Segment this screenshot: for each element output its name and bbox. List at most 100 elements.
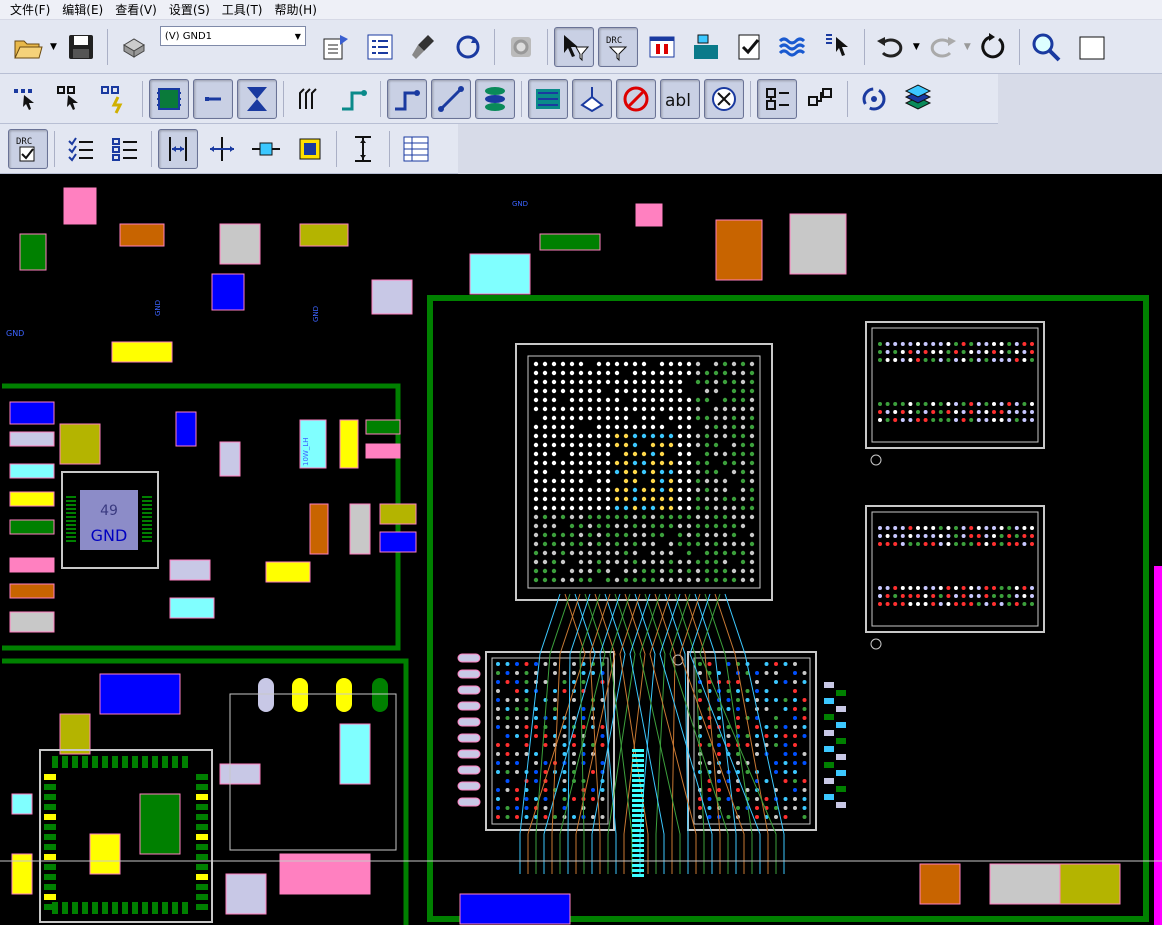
- zoom-window-button[interactable]: [1070, 27, 1110, 67]
- bga-ball: [713, 559, 719, 565]
- undo-dropdown-arrow-icon[interactable]: ▼: [913, 42, 920, 52]
- menu-view[interactable]: 查看(V): [109, 0, 163, 20]
- bga-ball: [534, 761, 538, 765]
- height-check-button[interactable]: [343, 129, 383, 169]
- list-button[interactable]: [105, 129, 145, 169]
- add-text-button[interactable]: abl: [660, 78, 700, 119]
- menu-edit[interactable]: 编辑(E): [56, 0, 109, 20]
- no-route-button[interactable]: [616, 78, 656, 119]
- redo-dropdown-arrow-icon[interactable]: ▼: [964, 42, 971, 52]
- component-pad: [63, 187, 97, 225]
- bga-ball: [650, 523, 656, 529]
- qfn-pin: [196, 844, 208, 850]
- qfn-pin: [66, 532, 76, 534]
- layers-button[interactable]: [898, 79, 938, 119]
- clean-button[interactable]: [404, 27, 444, 67]
- report-button[interactable]: [360, 27, 400, 67]
- properties-button[interactable]: [316, 27, 356, 67]
- undo-button[interactable]: [871, 27, 911, 67]
- settings-disabled-button[interactable]: [501, 27, 541, 67]
- memory-ball: [1014, 402, 1019, 406]
- bga-ball: [677, 451, 683, 457]
- bga-ball: [533, 442, 539, 448]
- bga-ball: [553, 716, 557, 720]
- select-nets-button[interactable]: [96, 79, 136, 119]
- bga-ball: [749, 442, 755, 448]
- pin-mode-button[interactable]: [193, 78, 233, 119]
- diagonal-route-button[interactable]: [431, 78, 471, 119]
- menu-tools[interactable]: 工具(T): [216, 0, 269, 20]
- print-button[interactable]: [114, 27, 154, 67]
- chip-check-button[interactable]: [290, 129, 330, 169]
- qfn-pin: [66, 496, 76, 498]
- memory-ball: [969, 402, 974, 406]
- open-dropdown-arrow-icon[interactable]: ▼: [50, 42, 57, 52]
- bga-ball: [505, 752, 510, 756]
- bga-ball: [783, 662, 788, 666]
- select-pins-button[interactable]: [52, 79, 92, 119]
- bga-ball: [578, 406, 584, 412]
- bga-ball: [731, 388, 737, 394]
- bga-ball: [591, 788, 595, 792]
- select-net-button[interactable]: [818, 27, 858, 67]
- select-components-button[interactable]: [8, 79, 48, 119]
- bga-ball: [596, 487, 602, 493]
- pour-manager-button[interactable]: [572, 78, 612, 119]
- bga-ball: [605, 406, 611, 412]
- select-filter-button[interactable]: [553, 26, 594, 67]
- connectivity-button[interactable]: [246, 129, 286, 169]
- clearance-button[interactable]: [202, 129, 242, 169]
- hourglass-mode-button[interactable]: [237, 78, 277, 119]
- report-table-button[interactable]: [396, 129, 436, 169]
- memory-ball: [900, 594, 905, 598]
- drc-button[interactable]: DRC: [8, 128, 48, 169]
- bga-ball: [569, 487, 575, 493]
- menu-settings[interactable]: 设置(S): [163, 0, 216, 20]
- bga-ball: [562, 779, 567, 783]
- rotate-button[interactable]: [973, 27, 1013, 67]
- bga-ball: [695, 568, 701, 574]
- bga-ball: [668, 559, 674, 565]
- component-pad: [279, 853, 371, 895]
- bus-route-button[interactable]: [290, 79, 330, 119]
- memory-ball: [931, 402, 936, 406]
- redo-button[interactable]: [922, 27, 962, 67]
- distribute-button[interactable]: [801, 79, 841, 119]
- open-folder-button[interactable]: [8, 27, 48, 67]
- gap-check-button[interactable]: [158, 128, 198, 169]
- component-mode-button[interactable]: [149, 78, 189, 119]
- save-button[interactable]: [61, 27, 101, 67]
- bga-ball: [740, 505, 746, 511]
- bga-ball: [677, 559, 683, 565]
- verify-design-button[interactable]: [730, 27, 770, 67]
- route-button[interactable]: [334, 79, 374, 119]
- memory-ball: [992, 350, 996, 354]
- bga-ball: [605, 514, 611, 520]
- bga-ball: [793, 680, 797, 684]
- update-button[interactable]: [854, 79, 894, 119]
- bga-ball: [596, 379, 602, 385]
- memory-ball: [1014, 542, 1019, 546]
- menu-file[interactable]: 文件(F): [4, 0, 56, 20]
- net-select-dropdown[interactable]: (V) GND1 ▼: [159, 26, 306, 46]
- plane-button[interactable]: [528, 78, 568, 119]
- toolbar-separator: [54, 130, 55, 167]
- memory-ball: [931, 418, 936, 422]
- eco-button[interactable]: [686, 27, 726, 67]
- zoom-button[interactable]: [1026, 27, 1066, 67]
- bga-ball: [515, 707, 519, 711]
- refresh-net-button[interactable]: [448, 27, 488, 67]
- dimension-button[interactable]: [704, 78, 744, 119]
- via-button[interactable]: [475, 78, 515, 119]
- bga-ball: [632, 460, 638, 466]
- checklist-button[interactable]: [61, 129, 101, 169]
- drc-filter-button[interactable]: DRC: [597, 26, 638, 67]
- pour-button[interactable]: [774, 27, 814, 67]
- orthogonal-route-button[interactable]: [387, 78, 427, 119]
- pause-button[interactable]: [642, 27, 682, 67]
- pcb-layout-view[interactable]: 49 GND GND GND GND GND 10W_LH: [0, 174, 1162, 925]
- align-button[interactable]: [757, 78, 797, 119]
- pcb-canvas[interactable]: 49 GND GND GND GND GND 10W_LH: [0, 174, 1162, 925]
- memory-ball: [946, 350, 951, 354]
- menu-help[interactable]: 帮助(H): [269, 0, 323, 20]
